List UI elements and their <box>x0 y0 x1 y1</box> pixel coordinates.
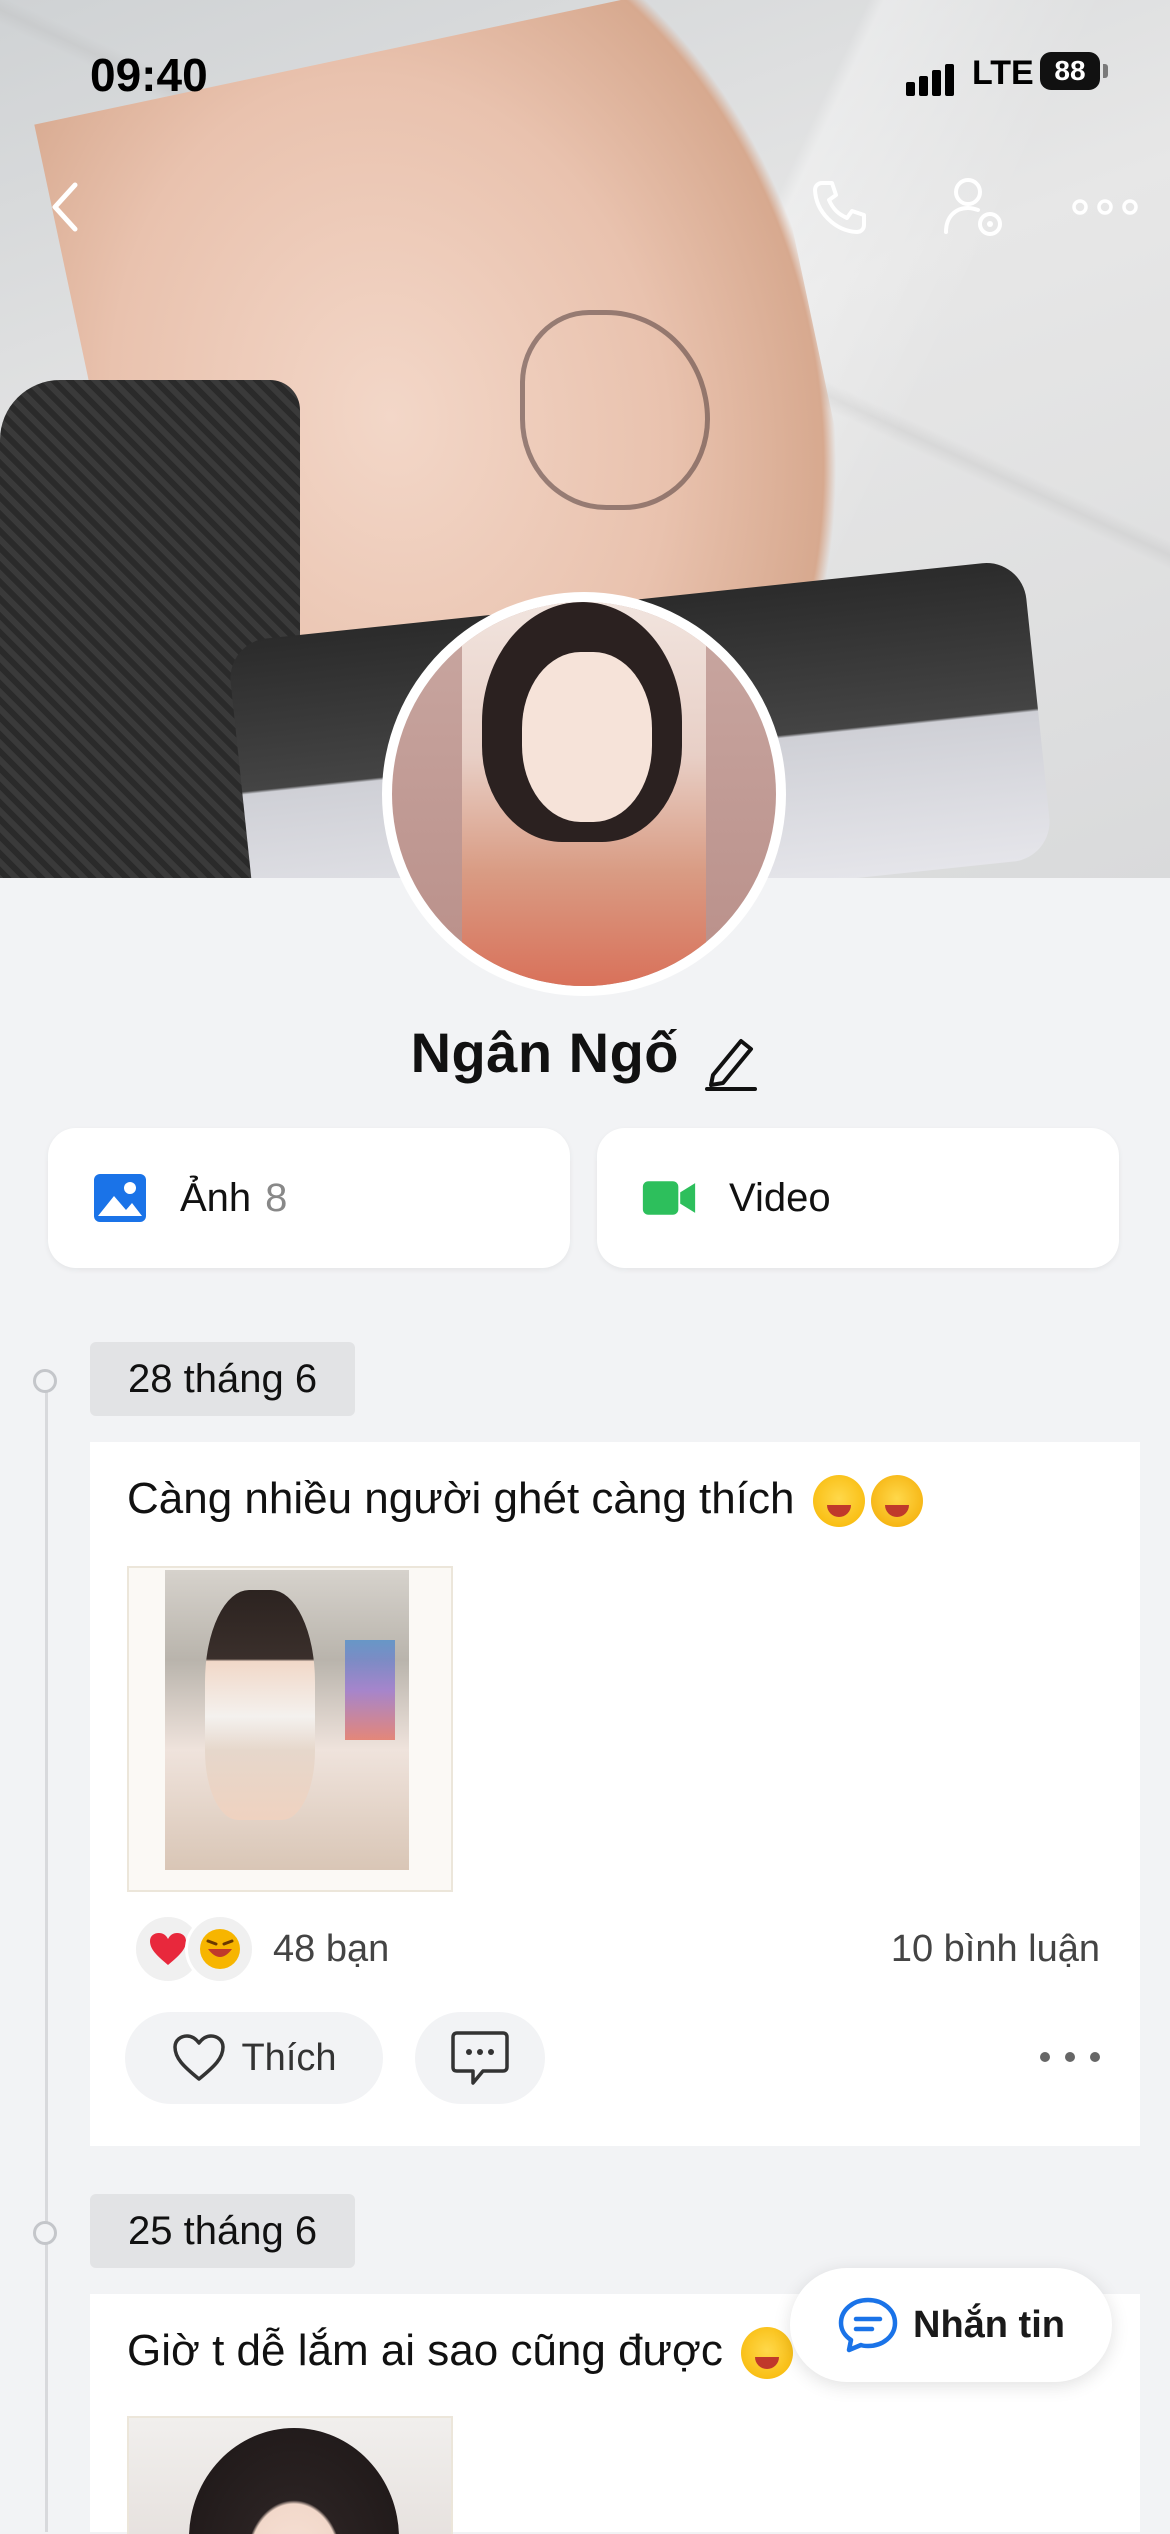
edit-name-button[interactable] <box>703 1031 759 1096</box>
post-date: 28 tháng 6 <box>90 1342 356 1416</box>
phone-icon <box>813 181 866 234</box>
post-text: Càng nhiều người ghét càng thích <box>127 1474 795 1523</box>
photos-count: 8 <box>265 1175 288 1220</box>
comment-button[interactable] <box>415 2012 545 2104</box>
squinting-tongue-emoji-icon <box>870 1475 923 1528</box>
chevron-left-icon <box>52 182 78 232</box>
heart-icon <box>173 2034 226 2081</box>
post-image[interactable] <box>127 2416 453 2534</box>
avatar-photo <box>392 602 776 986</box>
reactions-count: 48 bạn <box>273 1927 390 1970</box>
haha-reaction-icon <box>185 1914 255 1984</box>
message-label: Nhắn tin <box>913 2303 1065 2346</box>
network-label: LTE <box>972 54 1034 92</box>
post-more-button[interactable] <box>1040 2042 1100 2072</box>
pencil-icon <box>705 1039 758 1092</box>
avatar[interactable] <box>382 592 786 996</box>
photos-label: Ảnh <box>180 1175 252 1220</box>
profile-name: Ngân Ngố <box>410 1021 679 1084</box>
rofl-emoji-icon <box>812 1475 865 1528</box>
post-text-row: Giờ t dễ lắm ai sao cũng được <box>127 2326 794 2380</box>
post-image[interactable] <box>127 1566 453 1892</box>
dot <box>1040 2052 1050 2062</box>
post-text: Giờ t dễ lắm ai sao cũng được <box>127 2326 723 2375</box>
reactions-summary[interactable]: 48 bạn <box>133 1914 389 1984</box>
status-time: 09:40 <box>90 49 208 101</box>
post-card[interactable]: Càng nhiều người ghét càng thích 48 bạn … <box>90 1442 1140 2146</box>
chat-bubble-icon <box>838 2297 898 2353</box>
photos-button[interactable]: Ảnh 8 <box>48 1128 570 1268</box>
battery-icon: 88 <box>1040 52 1100 90</box>
dot <box>1065 2052 1075 2062</box>
comments-count[interactable]: 10 bình luận <box>891 1928 1100 1971</box>
signal-icon <box>906 64 958 96</box>
timeline-dot <box>33 1369 57 1393</box>
more-button[interactable] <box>1070 172 1140 242</box>
like-label: Thích <box>241 2036 337 2079</box>
rofl-emoji-icon <box>741 2327 794 2380</box>
like-button[interactable]: Thích <box>125 2012 383 2104</box>
back-button[interactable] <box>30 172 100 242</box>
image-icon <box>94 1174 146 1222</box>
message-button[interactable]: Nhắn tin <box>790 2268 1112 2382</box>
video-label: Video <box>729 1175 831 1220</box>
status-bar: 09:40 LTE 88 <box>0 40 1170 110</box>
profile-name-row: Ngân Ngố <box>0 1020 1170 1096</box>
avatar-face <box>522 652 652 822</box>
user-settings-icon <box>944 178 1002 236</box>
call-button[interactable] <box>805 172 875 242</box>
post-text-row: Càng nhiều người ghét càng thích <box>127 1474 923 1528</box>
profile-settings-button[interactable] <box>940 172 1010 242</box>
battery-tip <box>1103 64 1108 78</box>
dot <box>1090 2052 1100 2062</box>
post-photo <box>165 1570 409 1870</box>
timeline-dot <box>33 2221 57 2245</box>
video-camera-icon <box>642 1181 696 1215</box>
timeline-line <box>45 1372 48 2532</box>
post-date: 25 tháng 6 <box>90 2194 356 2268</box>
video-button[interactable]: Video <box>597 1128 1119 1268</box>
more-horizontal-icon <box>1072 199 1138 215</box>
comment-icon <box>451 2031 509 2085</box>
